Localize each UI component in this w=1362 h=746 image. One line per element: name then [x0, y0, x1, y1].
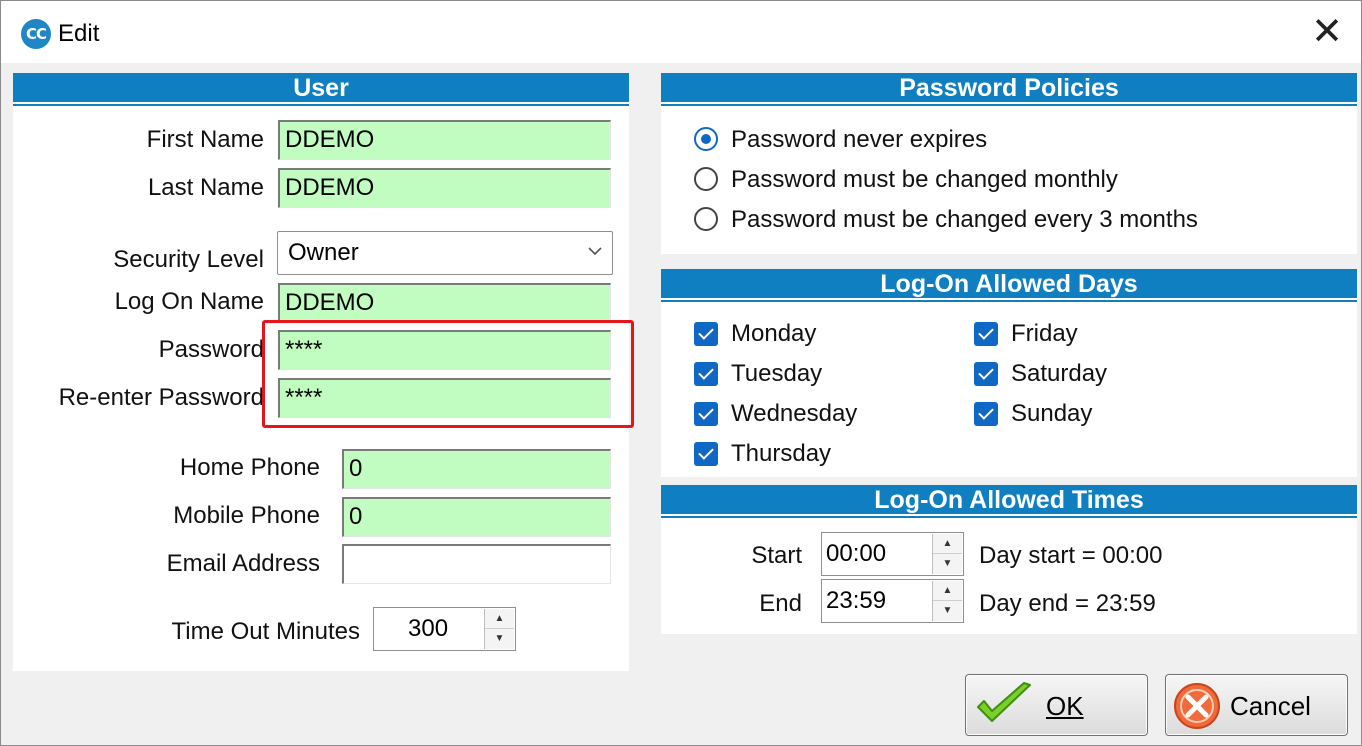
logon-name-label: Log On Name	[114, 288, 264, 315]
home-phone-field[interactable]: 0	[342, 449, 611, 489]
checkbox-thursday[interactable]	[694, 442, 718, 466]
timeout-minutes-label: Time Out Minutes	[171, 618, 361, 645]
last-name-label: Last Name	[147, 174, 264, 201]
spin-up-icon[interactable]: ▲	[933, 581, 962, 601]
checkbox-tuesday[interactable]	[694, 362, 718, 386]
end-time-value: 23:59	[826, 587, 887, 614]
radio-password-every-3-months[interactable]	[694, 207, 718, 231]
timeout-minutes-value: 300	[408, 615, 449, 642]
checkmark-icon	[977, 682, 1031, 722]
start-time-value: 00:00	[826, 540, 887, 567]
ok-button-label: OK	[1046, 691, 1084, 721]
start-time-label: Start	[751, 542, 802, 569]
end-time-label: End	[759, 590, 802, 617]
day-label: Thursday	[731, 440, 832, 467]
timeout-spin-buttons: ▲ ▼	[484, 609, 514, 649]
option-label: Password must be changed every 3 months	[731, 206, 1198, 233]
email-address-label: Email Address	[166, 550, 320, 577]
timeout-minutes-spinner[interactable]: 300 ▲ ▼	[373, 607, 516, 651]
checkbox-saturday[interactable]	[974, 362, 998, 386]
checkbox-friday[interactable]	[974, 322, 998, 346]
window-title: Edit	[58, 20, 100, 47]
option-label: Password must be changed monthly	[731, 166, 1118, 193]
allowed-times-header: Log-On Allowed Times	[661, 485, 1357, 518]
end-spin-buttons: ▲ ▼	[932, 581, 962, 621]
end-time-spinner[interactable]: 23:59 ▲ ▼	[821, 579, 964, 623]
last-name-field[interactable]: DDEMO	[278, 168, 611, 208]
day-label: Sunday	[1011, 400, 1093, 427]
edit-dialog: CC Edit ✕ User First Name DDEMO Last Nam…	[0, 0, 1362, 746]
home-phone-label: Home Phone	[179, 454, 320, 481]
day-label: Monday	[731, 320, 817, 347]
mobile-phone-label: Mobile Phone	[173, 502, 320, 529]
security-level-label: Security Level	[113, 246, 264, 273]
spin-up-icon[interactable]: ▲	[485, 609, 514, 629]
radio-password-never-expires[interactable]	[694, 127, 718, 151]
mobile-phone-field[interactable]: 0	[342, 497, 611, 537]
spin-down-icon[interactable]: ▼	[485, 629, 514, 649]
allowed-days-header: Log-On Allowed Days	[661, 269, 1357, 302]
cancel-button-label: Cancel	[1230, 691, 1311, 721]
checkbox-monday[interactable]	[694, 322, 718, 346]
chevron-down-icon	[588, 247, 602, 256]
title-bar: CC Edit ✕	[1, 1, 1361, 63]
user-panel-header: User	[13, 73, 629, 106]
close-button[interactable]: ✕	[1299, 7, 1355, 57]
reenter-password-label: Re-enter Password	[58, 384, 264, 411]
security-level-value: Owner	[288, 239, 359, 266]
spin-up-icon[interactable]: ▲	[933, 534, 962, 554]
start-spin-buttons: ▲ ▼	[932, 534, 962, 574]
cancel-icon	[1174, 683, 1220, 729]
app-logo-icon: CC	[21, 19, 51, 49]
password-policies-header: Password Policies	[661, 73, 1357, 106]
day-label: Tuesday	[731, 360, 823, 387]
ok-button[interactable]: OK	[965, 674, 1148, 736]
option-label: Password never expires	[731, 126, 988, 153]
radio-password-monthly[interactable]	[694, 167, 718, 191]
day-start-note: Day start = 00:00	[979, 542, 1163, 569]
day-label: Friday	[1011, 320, 1078, 347]
password-highlight-box	[262, 320, 634, 428]
spin-down-icon[interactable]: ▼	[933, 601, 962, 621]
logon-name-field[interactable]: DDEMO	[278, 283, 611, 323]
password-label: Password	[158, 336, 264, 363]
day-label: Wednesday	[731, 400, 858, 427]
day-end-note: Day end = 23:59	[979, 590, 1156, 617]
spin-down-icon[interactable]: ▼	[933, 554, 962, 574]
day-label: Saturday	[1011, 360, 1108, 387]
checkbox-wednesday[interactable]	[694, 402, 718, 426]
email-address-field[interactable]	[342, 544, 611, 584]
first-name-label: First Name	[146, 126, 264, 153]
security-level-dropdown[interactable]: Owner	[277, 231, 613, 275]
cancel-button[interactable]: Cancel	[1165, 674, 1348, 736]
start-time-spinner[interactable]: 00:00 ▲ ▼	[821, 532, 964, 576]
checkbox-sunday[interactable]	[974, 402, 998, 426]
first-name-field[interactable]: DDEMO	[278, 120, 611, 160]
